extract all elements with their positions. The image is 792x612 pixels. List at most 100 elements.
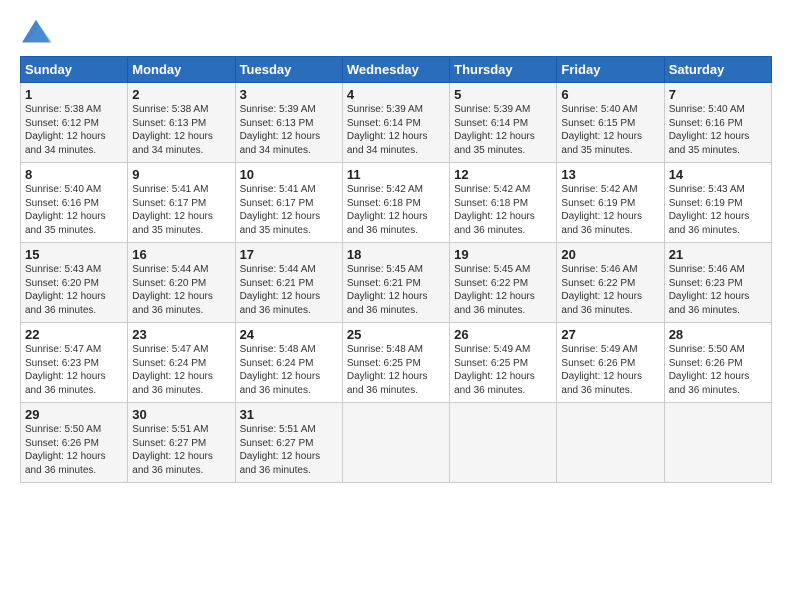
week-row-4: 22Sunrise: 5:47 AMSunset: 6:23 PMDayligh… <box>21 323 772 403</box>
day-info: Sunrise: 5:40 AMSunset: 6:16 PMDaylight:… <box>25 183 123 237</box>
weekday-header-saturday: Saturday <box>664 57 771 83</box>
day-number: 15 <box>25 247 123 262</box>
day-info: Sunrise: 5:39 AMSunset: 6:13 PMDaylight:… <box>240 103 338 157</box>
day-cell: 30Sunrise: 5:51 AMSunset: 6:27 PMDayligh… <box>128 403 235 483</box>
week-row-2: 8Sunrise: 5:40 AMSunset: 6:16 PMDaylight… <box>21 163 772 243</box>
week-row-3: 15Sunrise: 5:43 AMSunset: 6:20 PMDayligh… <box>21 243 772 323</box>
logo <box>20 18 56 46</box>
day-cell <box>664 403 771 483</box>
day-number: 24 <box>240 327 338 342</box>
day-cell: 10Sunrise: 5:41 AMSunset: 6:17 PMDayligh… <box>235 163 342 243</box>
logo-icon <box>20 18 52 46</box>
day-info: Sunrise: 5:47 AMSunset: 6:24 PMDaylight:… <box>132 343 230 397</box>
day-info: Sunrise: 5:41 AMSunset: 6:17 PMDaylight:… <box>132 183 230 237</box>
day-cell: 16Sunrise: 5:44 AMSunset: 6:20 PMDayligh… <box>128 243 235 323</box>
day-info: Sunrise: 5:50 AMSunset: 6:26 PMDaylight:… <box>25 423 123 477</box>
day-number: 21 <box>669 247 767 262</box>
day-cell <box>557 403 664 483</box>
day-number: 16 <box>132 247 230 262</box>
day-number: 9 <box>132 167 230 182</box>
day-info: Sunrise: 5:42 AMSunset: 6:19 PMDaylight:… <box>561 183 659 237</box>
day-cell: 24Sunrise: 5:48 AMSunset: 6:24 PMDayligh… <box>235 323 342 403</box>
day-number: 26 <box>454 327 552 342</box>
day-info: Sunrise: 5:38 AMSunset: 6:13 PMDaylight:… <box>132 103 230 157</box>
day-cell: 8Sunrise: 5:40 AMSunset: 6:16 PMDaylight… <box>21 163 128 243</box>
calendar-body: 1Sunrise: 5:38 AMSunset: 6:12 PMDaylight… <box>21 83 772 483</box>
day-cell <box>450 403 557 483</box>
day-cell: 15Sunrise: 5:43 AMSunset: 6:20 PMDayligh… <box>21 243 128 323</box>
day-cell: 29Sunrise: 5:50 AMSunset: 6:26 PMDayligh… <box>21 403 128 483</box>
day-cell <box>342 403 449 483</box>
day-info: Sunrise: 5:38 AMSunset: 6:12 PMDaylight:… <box>25 103 123 157</box>
day-number: 31 <box>240 407 338 422</box>
day-info: Sunrise: 5:45 AMSunset: 6:22 PMDaylight:… <box>454 263 552 317</box>
day-cell: 19Sunrise: 5:45 AMSunset: 6:22 PMDayligh… <box>450 243 557 323</box>
day-cell: 13Sunrise: 5:42 AMSunset: 6:19 PMDayligh… <box>557 163 664 243</box>
weekday-header-row: SundayMondayTuesdayWednesdayThursdayFrid… <box>21 57 772 83</box>
weekday-header-friday: Friday <box>557 57 664 83</box>
calendar-header: SundayMondayTuesdayWednesdayThursdayFrid… <box>21 57 772 83</box>
day-cell: 9Sunrise: 5:41 AMSunset: 6:17 PMDaylight… <box>128 163 235 243</box>
day-cell: 4Sunrise: 5:39 AMSunset: 6:14 PMDaylight… <box>342 83 449 163</box>
calendar-table: SundayMondayTuesdayWednesdayThursdayFrid… <box>20 56 772 483</box>
day-number: 10 <box>240 167 338 182</box>
day-info: Sunrise: 5:46 AMSunset: 6:22 PMDaylight:… <box>561 263 659 317</box>
day-cell: 5Sunrise: 5:39 AMSunset: 6:14 PMDaylight… <box>450 83 557 163</box>
day-cell: 6Sunrise: 5:40 AMSunset: 6:15 PMDaylight… <box>557 83 664 163</box>
day-info: Sunrise: 5:43 AMSunset: 6:20 PMDaylight:… <box>25 263 123 317</box>
day-cell: 25Sunrise: 5:48 AMSunset: 6:25 PMDayligh… <box>342 323 449 403</box>
day-number: 5 <box>454 87 552 102</box>
day-number: 7 <box>669 87 767 102</box>
day-number: 11 <box>347 167 445 182</box>
day-cell: 12Sunrise: 5:42 AMSunset: 6:18 PMDayligh… <box>450 163 557 243</box>
day-info: Sunrise: 5:51 AMSunset: 6:27 PMDaylight:… <box>240 423 338 477</box>
day-number: 3 <box>240 87 338 102</box>
day-info: Sunrise: 5:41 AMSunset: 6:17 PMDaylight:… <box>240 183 338 237</box>
week-row-5: 29Sunrise: 5:50 AMSunset: 6:26 PMDayligh… <box>21 403 772 483</box>
day-number: 19 <box>454 247 552 262</box>
day-info: Sunrise: 5:40 AMSunset: 6:16 PMDaylight:… <box>669 103 767 157</box>
day-cell: 7Sunrise: 5:40 AMSunset: 6:16 PMDaylight… <box>664 83 771 163</box>
day-number: 29 <box>25 407 123 422</box>
day-number: 13 <box>561 167 659 182</box>
day-number: 8 <box>25 167 123 182</box>
day-number: 22 <box>25 327 123 342</box>
day-cell: 3Sunrise: 5:39 AMSunset: 6:13 PMDaylight… <box>235 83 342 163</box>
day-info: Sunrise: 5:44 AMSunset: 6:20 PMDaylight:… <box>132 263 230 317</box>
weekday-header-tuesday: Tuesday <box>235 57 342 83</box>
day-cell: 28Sunrise: 5:50 AMSunset: 6:26 PMDayligh… <box>664 323 771 403</box>
day-cell: 23Sunrise: 5:47 AMSunset: 6:24 PMDayligh… <box>128 323 235 403</box>
day-number: 14 <box>669 167 767 182</box>
header <box>20 18 772 46</box>
day-cell: 31Sunrise: 5:51 AMSunset: 6:27 PMDayligh… <box>235 403 342 483</box>
day-info: Sunrise: 5:39 AMSunset: 6:14 PMDaylight:… <box>347 103 445 157</box>
day-cell: 1Sunrise: 5:38 AMSunset: 6:12 PMDaylight… <box>21 83 128 163</box>
day-info: Sunrise: 5:49 AMSunset: 6:26 PMDaylight:… <box>561 343 659 397</box>
day-cell: 21Sunrise: 5:46 AMSunset: 6:23 PMDayligh… <box>664 243 771 323</box>
day-cell: 2Sunrise: 5:38 AMSunset: 6:13 PMDaylight… <box>128 83 235 163</box>
day-cell: 26Sunrise: 5:49 AMSunset: 6:25 PMDayligh… <box>450 323 557 403</box>
day-number: 28 <box>669 327 767 342</box>
day-number: 25 <box>347 327 445 342</box>
day-number: 1 <box>25 87 123 102</box>
day-cell: 11Sunrise: 5:42 AMSunset: 6:18 PMDayligh… <box>342 163 449 243</box>
day-info: Sunrise: 5:46 AMSunset: 6:23 PMDaylight:… <box>669 263 767 317</box>
day-info: Sunrise: 5:44 AMSunset: 6:21 PMDaylight:… <box>240 263 338 317</box>
weekday-header-thursday: Thursday <box>450 57 557 83</box>
day-cell: 27Sunrise: 5:49 AMSunset: 6:26 PMDayligh… <box>557 323 664 403</box>
day-info: Sunrise: 5:42 AMSunset: 6:18 PMDaylight:… <box>347 183 445 237</box>
day-info: Sunrise: 5:40 AMSunset: 6:15 PMDaylight:… <box>561 103 659 157</box>
day-info: Sunrise: 5:43 AMSunset: 6:19 PMDaylight:… <box>669 183 767 237</box>
day-cell: 22Sunrise: 5:47 AMSunset: 6:23 PMDayligh… <box>21 323 128 403</box>
day-number: 23 <box>132 327 230 342</box>
day-number: 2 <box>132 87 230 102</box>
day-info: Sunrise: 5:50 AMSunset: 6:26 PMDaylight:… <box>669 343 767 397</box>
weekday-header-sunday: Sunday <box>21 57 128 83</box>
day-info: Sunrise: 5:51 AMSunset: 6:27 PMDaylight:… <box>132 423 230 477</box>
day-cell: 14Sunrise: 5:43 AMSunset: 6:19 PMDayligh… <box>664 163 771 243</box>
day-info: Sunrise: 5:39 AMSunset: 6:14 PMDaylight:… <box>454 103 552 157</box>
day-info: Sunrise: 5:48 AMSunset: 6:24 PMDaylight:… <box>240 343 338 397</box>
day-cell: 18Sunrise: 5:45 AMSunset: 6:21 PMDayligh… <box>342 243 449 323</box>
page-container: SundayMondayTuesdayWednesdayThursdayFrid… <box>0 0 792 493</box>
day-info: Sunrise: 5:49 AMSunset: 6:25 PMDaylight:… <box>454 343 552 397</box>
